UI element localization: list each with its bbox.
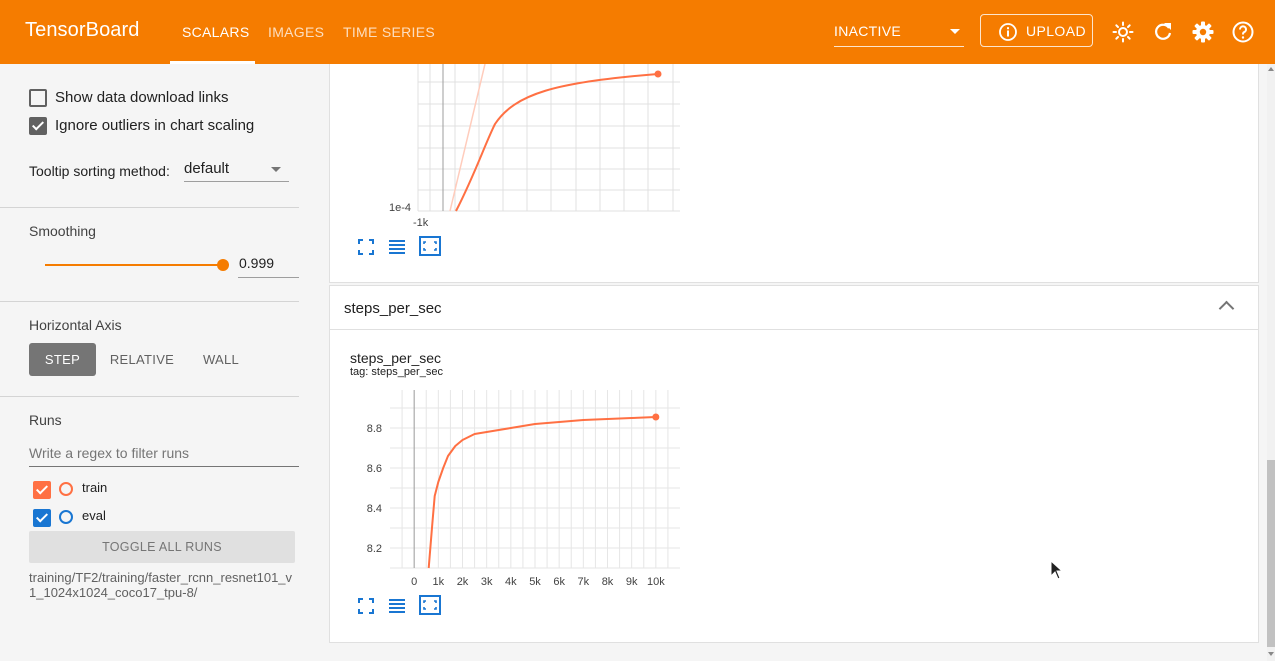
chart-tag: tag: steps_per_sec [350, 366, 443, 378]
run-eval-checkbox[interactable] [33, 509, 51, 527]
app-brand: TensorBoard [25, 19, 140, 41]
scroll-up-arrow-icon[interactable] [1268, 67, 1274, 71]
x-tick-label: 0 [411, 576, 417, 588]
runs-title: Runs [29, 412, 62, 428]
run-eval-label: eval [82, 508, 106, 523]
info-icon [999, 23, 1017, 41]
toggle-all-runs-button[interactable]: TOGGLE ALL RUNS [29, 531, 295, 563]
x-tick-label: 5k [529, 576, 541, 588]
y-tick-label: 8.4 [367, 503, 382, 515]
fit-domain-icon[interactable] [419, 236, 441, 256]
show-download-links-label: Show data download links [55, 89, 229, 106]
data-table-icon[interactable] [388, 597, 406, 615]
previous-chart[interactable]: 1e-4 -1k [380, 64, 690, 234]
horizontal-axis-title: Horizontal Axis [29, 317, 122, 333]
previous-chart-y-tick: 1e-4 [389, 202, 411, 214]
run-train-checkbox[interactable] [33, 481, 51, 499]
dropdown-caret-icon [271, 167, 281, 172]
top-app-bar: TensorBoard SCALARS IMAGES TIME SERIES I… [0, 0, 1275, 64]
x-tick-label: 9k [626, 576, 638, 588]
x-tick-label: 7k [578, 576, 590, 588]
fit-domain-icon[interactable] [419, 595, 441, 615]
divider [0, 301, 299, 302]
run-train-label: train [82, 480, 108, 495]
runs-filter-input[interactable] [29, 440, 299, 461]
dropdown-caret-icon [950, 29, 960, 34]
y-tick-label: 8.8 [367, 423, 382, 435]
x-tick-label: 10k [647, 576, 665, 588]
fullscreen-icon[interactable] [357, 238, 375, 256]
axis-step-button[interactable]: STEP [29, 343, 96, 376]
series-endpoint-train [652, 413, 660, 421]
previous-chart-x-tick: -1k [413, 217, 429, 229]
upload-label: UPLOAD [1026, 23, 1086, 39]
plugin-select[interactable]: INACTIVE [834, 20, 964, 47]
settings-icon[interactable] [1191, 20, 1215, 44]
x-tick-label: 4k [505, 576, 517, 588]
show-download-links-checkbox[interactable] [29, 89, 47, 107]
brightness-icon[interactable] [1111, 20, 1135, 44]
smoothing-value: 0.999 [239, 255, 275, 271]
smoothing-slider-thumb[interactable] [217, 259, 229, 271]
smoothing-title: Smoothing [29, 223, 96, 239]
divider [0, 207, 299, 208]
chart-title: steps_per_sec [350, 350, 442, 366]
ignore-outliers-label: Ignore outliers in chart scaling [55, 117, 255, 134]
help-icon[interactable] [1231, 20, 1255, 44]
tab-time-series[interactable]: TIME SERIES [343, 24, 435, 40]
y-tick-label: 8.2 [367, 543, 382, 555]
group-header-steps-per-sec[interactable]: steps_per_sec [329, 285, 1259, 330]
run-eval-color-icon[interactable] [59, 510, 73, 524]
plugin-select-value: INACTIVE [834, 23, 901, 39]
data-table-icon[interactable] [388, 238, 406, 256]
x-tick-label: 3k [481, 576, 493, 588]
log-dir-path: training/TF2/training/faster_rcnn_resnet… [29, 570, 293, 600]
runs-filter-field[interactable] [29, 440, 299, 467]
tooltip-sorting-value: default [184, 160, 230, 177]
fullscreen-icon[interactable] [357, 597, 375, 615]
scroll-down-arrow-icon[interactable] [1268, 652, 1274, 656]
x-tick-label: 1k [433, 576, 445, 588]
group-title: steps_per_sec [344, 300, 442, 317]
axis-relative-button[interactable]: RELATIVE [106, 343, 178, 376]
steps-per-sec-chart[interactable]: 0 1k 2k 3k 4k 5k 6k 7k 8k 9k 10k 8.2 8.4 8.6 8.8 [350, 380, 690, 592]
upload-button[interactable]: UPLOAD [980, 14, 1093, 47]
tooltip-sorting-label: Tooltip sorting method: [29, 163, 170, 179]
smoothing-slider-track[interactable] [45, 264, 223, 266]
y-tick-label: 8.6 [367, 463, 382, 475]
refresh-icon[interactable] [1151, 20, 1175, 44]
x-tick-label: 8k [602, 576, 614, 588]
axis-wall-button[interactable]: WALL [193, 343, 249, 376]
mouse-cursor-icon [1050, 560, 1064, 580]
ignore-outliers-checkbox[interactable] [29, 117, 47, 135]
tooltip-sorting-select[interactable]: default [184, 155, 289, 182]
x-tick-label: 2k [457, 576, 469, 588]
tab-images[interactable]: IMAGES [268, 24, 324, 40]
smoothing-input[interactable]: 0.999 [238, 253, 299, 278]
scrollbar-thumb[interactable] [1267, 460, 1275, 647]
tab-scalars[interactable]: SCALARS [182, 24, 249, 40]
x-tick-label: 6k [553, 576, 565, 588]
run-train-color-icon[interactable] [59, 482, 73, 496]
chevron-up-icon[interactable] [1218, 300, 1235, 317]
sidebar: Show data download links Ignore outliers… [0, 64, 316, 661]
divider [0, 396, 299, 397]
